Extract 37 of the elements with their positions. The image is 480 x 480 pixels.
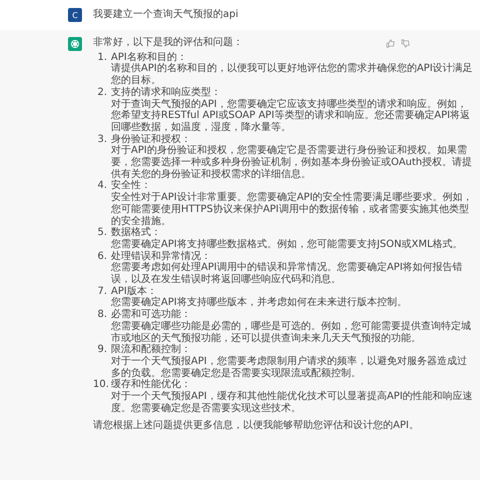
list-number: 3. xyxy=(96,134,107,147)
list-number: 6. xyxy=(96,250,107,264)
list-number: 9. xyxy=(96,344,107,358)
item-title: API名称和目的： xyxy=(111,52,187,63)
item-body: 请提供API的名称和目的，以便我可以更好地评估您的需求并确保您的API设计满足您的目标。 xyxy=(111,63,474,86)
list-number: 8. xyxy=(96,309,107,322)
item-title: 限流和配额控制： xyxy=(111,344,192,356)
item-body: 对于API的身份验证和授权，您需要确定它是否需要进行身份验证和授权。如果需要，您需要选择一种或多种身份验证机制，例如基本身份验证或OAuth授权。请提供有关您的身份验证和授权需求的详细信息。 xyxy=(111,145,474,180)
item-title: 安全性： xyxy=(111,180,152,192)
item-body: 您需要确定API将支持哪些数据格式。例如，您可能需要支持JSON或XML格式。 xyxy=(111,238,464,250)
thumbs-down-icon[interactable] xyxy=(401,39,410,48)
user-message: 我要建立一个查询天气预报的api xyxy=(93,9,238,21)
thumbs-up-icon[interactable] xyxy=(386,39,395,48)
list-number: 1. xyxy=(96,52,107,65)
item-body: 您需要确定API将支持哪些版本，并考虑如何在未来进行版本控制。 xyxy=(111,297,408,308)
item-title: 处理错误和异常情况： xyxy=(111,250,212,262)
list-number: 4. xyxy=(96,180,107,194)
list-number: 7. xyxy=(96,286,107,299)
item-title: API版本： xyxy=(111,286,157,297)
user-avatar: C xyxy=(68,8,82,22)
item-title: 缓存和性能优化： xyxy=(111,379,192,390)
item-body: 安全性对于API设计非常重要。您需要确定API的安全性需要满足哪些要求。例如，您可能需要使用HTTPS协议来保护API调用中的数据传输，或者需要实施其他类型的安全措施。 xyxy=(111,192,474,227)
item-body: 对于查询天气预报的API，您需要确定它应该支持哪些类型的请求和响应。例如，您希望支持RESTful API或SOAP API等类型的请求和响应。您还需要确定API将返回哪些数据，如温度，湿度，降水量等。 xyxy=(111,98,472,134)
item-body: 对于一个天气预报API，缓存和其他性能优化技术可以显著提高API的性能和响应速度。您需要确定您是否需要实现这些技术。 xyxy=(111,391,474,414)
assistant-logo-icon xyxy=(68,37,82,51)
item-title: 身份验证和授权： xyxy=(111,134,192,145)
item-body: 对于一个天气预报API，您需要考虑限制用户请求的频率，以避免对服务器造成过多的负载。您需要确定您是否需要实现限流或配额控制。 xyxy=(111,356,468,379)
item-title: 必需和可选功能： xyxy=(111,309,192,320)
list-number: 2. xyxy=(96,86,107,100)
item-title: 支持的请求和响应类型： xyxy=(111,86,222,98)
item-body: 您需要确定哪些功能是必需的，哪些是可选的。例如，您可能需要提供查询特定城市或地区的天气预报功能，还可以提供查询未来几天天气预报的功能。 xyxy=(111,320,472,344)
list-number: 5. xyxy=(96,227,107,240)
assistant-intro: 非常好，以下是我的评估和问题： xyxy=(93,37,243,49)
item-title: 数据格式： xyxy=(111,227,162,238)
list-number: 10. xyxy=(93,379,107,392)
closing-text: 请您根据上述问题提供更多信息，以便我能够帮助您评估和设计您的API。 xyxy=(93,420,420,432)
item-body: 您需要考虑如何处理API调用中的错误和异常情况。您需要确定API将如何报告错误，以及在发生错误时将返回哪些响应代码和消息。 xyxy=(111,262,464,286)
